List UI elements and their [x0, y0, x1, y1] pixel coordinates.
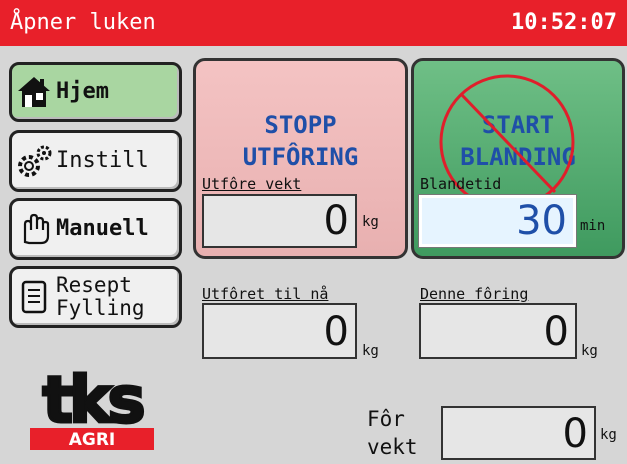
stop-line1: STOPP: [264, 111, 337, 139]
hand-icon: [12, 209, 56, 249]
title-bar: Åpner luken 10:52:07: [0, 0, 627, 46]
recipe-label-line2: Fylling: [56, 296, 145, 320]
document-icon: [12, 277, 56, 317]
fed-so-far-value: 0: [202, 303, 357, 359]
tks-agri-logo: tks AGRI: [22, 362, 162, 454]
manual-button[interactable]: Manuell: [9, 198, 182, 260]
settings-button[interactable]: Instill: [9, 130, 182, 192]
feed-weight-label-line2: vekt: [367, 435, 418, 459]
feed-weight-target-value[interactable]: 0: [202, 194, 357, 248]
clock: 10:52:07: [511, 10, 617, 35]
feed-weight-target-label: Utfôre vekt: [202, 175, 302, 193]
logo-brand: tks: [42, 364, 143, 438]
recipe-label-line1: Resept: [56, 273, 132, 297]
feed-weight-unit: kg: [600, 427, 617, 443]
recipe-filling-button[interactable]: Resept Fylling: [9, 266, 182, 328]
feed-weight-label-line1: Fôr: [367, 407, 405, 431]
home-button[interactable]: Hjem: [9, 62, 182, 122]
fed-so-far-unit: kg: [362, 343, 379, 359]
mixing-time-unit: min: [580, 218, 606, 234]
settings-label: Instill: [56, 148, 149, 173]
stop-feeding-label: STOPP UTFÔRING: [196, 109, 405, 173]
home-icon: [12, 72, 56, 112]
logo-sub: AGRI: [69, 430, 116, 450]
feed-weight-label: Fôr vekt: [367, 405, 418, 461]
fed-so-far-label: Utfôret til nå: [202, 285, 329, 303]
stop-line2: UTFÔRING: [242, 143, 359, 171]
mixing-time-label: Blandetid: [420, 175, 502, 193]
mixing-time-input[interactable]: 30: [418, 194, 577, 248]
feed-weight-target-unit: kg: [362, 214, 379, 230]
status-title: Åpner luken: [10, 10, 156, 35]
this-feeding-value: 0: [419, 303, 577, 359]
this-feeding-label: Denne fôring: [420, 285, 529, 303]
manual-label: Manuell: [56, 216, 149, 241]
home-label: Hjem: [56, 79, 109, 104]
this-feeding-unit: kg: [581, 343, 598, 359]
feed-weight-value: 0: [441, 406, 596, 460]
gears-icon: [12, 141, 56, 181]
